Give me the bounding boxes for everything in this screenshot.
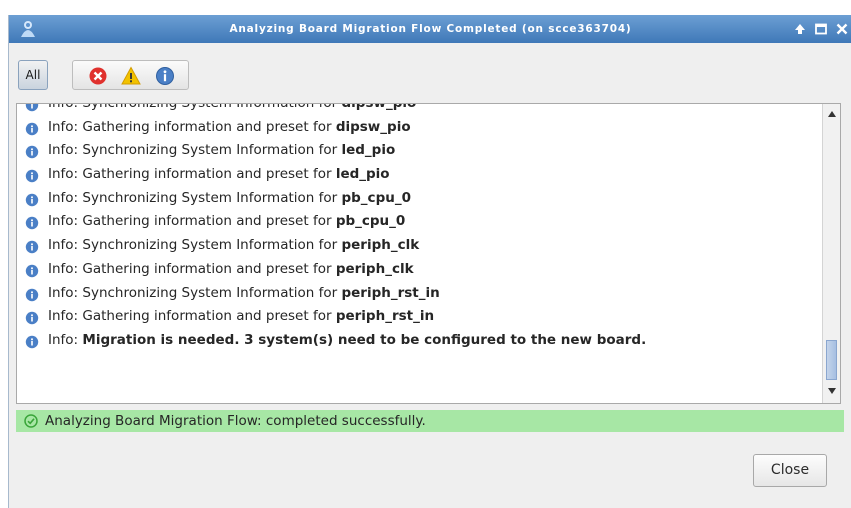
log-subject: periph_clk — [341, 237, 420, 254]
log-line-text: Info: Gathering information and preset f… — [48, 258, 414, 282]
log-line[interactable]: Info: Gathering information and preset f… — [17, 210, 823, 234]
log-line-text: Info: Migration is needed. 3 system(s) n… — [48, 329, 646, 353]
log-message: Synchronizing System Information for — [82, 142, 342, 159]
log-line-text: Info: Synchronizing System Information f… — [48, 103, 417, 116]
status-message: Analyzing Board Migration Flow: complete… — [45, 413, 426, 429]
error-filter-icon[interactable] — [87, 65, 109, 87]
log-line-text: Info: Gathering information and preset f… — [48, 305, 434, 329]
severity-filter-group — [72, 60, 189, 90]
log-prefix: Info: — [48, 284, 83, 301]
log-line[interactable]: Info: Gathering information and preset f… — [17, 116, 823, 140]
message-list: Info: Synchronizing System Information f… — [17, 103, 823, 353]
log-subject: periph_clk — [335, 260, 414, 277]
scroll-up-arrow-icon[interactable] — [827, 110, 837, 118]
log-line[interactable]: Info: Migration is needed. 3 system(s) n… — [17, 329, 823, 353]
log-line[interactable]: Info: Synchronizing System Information f… — [17, 103, 823, 116]
log-prefix: Info: — [48, 189, 83, 206]
log-subject: periph_rst_in — [341, 284, 440, 301]
info-icon — [25, 144, 39, 159]
log-subject: dipsw_pio — [335, 118, 411, 135]
window-title: Analyzing Board Migration Flow Completed… — [229, 23, 632, 35]
log-prefix: Info: — [48, 237, 83, 254]
log-line[interactable]: Info: Synchronizing System Information f… — [17, 187, 823, 211]
log-line-text: Info: Gathering information and preset f… — [48, 163, 390, 187]
log-subject: periph_rst_in — [335, 308, 435, 325]
info-icon — [25, 215, 39, 230]
log-prefix: Info: — [48, 213, 83, 230]
log-line-text: Info: Synchronizing System Information f… — [48, 234, 419, 258]
log-subject: led_pio — [335, 166, 390, 183]
show-all-button[interactable]: All — [18, 60, 48, 90]
log-message: Gathering information and preset for — [82, 213, 336, 230]
log-message: Gathering information and preset for — [82, 118, 336, 135]
log-line-text: Info: Synchronizing System Information f… — [48, 282, 440, 306]
log-line-text: Info: Synchronizing System Information f… — [48, 139, 395, 163]
close-button[interactable]: Close — [753, 454, 827, 487]
message-filter-toolbar: All — [9, 43, 851, 103]
log-message: Synchronizing System Information for — [82, 284, 342, 301]
log-subject: led_pio — [341, 142, 396, 159]
info-filter-icon[interactable] — [154, 65, 176, 87]
warning-filter-icon[interactable] — [120, 65, 142, 87]
log-line[interactable]: Info: Gathering information and preset f… — [17, 258, 823, 282]
log-message: Gathering information and preset for — [82, 308, 336, 325]
log-message: Synchronizing System Information for — [82, 189, 342, 206]
log-prefix: Info: — [48, 166, 83, 183]
log-subject: Migration is needed. 3 system(s) need to… — [82, 331, 647, 348]
log-line[interactable]: Info: Gathering information and preset f… — [17, 305, 823, 329]
log-prefix: Info: — [48, 331, 83, 348]
log-line[interactable]: Info: Synchronizing System Information f… — [17, 139, 823, 163]
log-prefix: Info: — [48, 260, 83, 277]
info-icon — [25, 334, 39, 349]
info-icon — [25, 263, 39, 278]
arrow-up-icon[interactable] — [793, 22, 807, 36]
info-icon — [25, 121, 39, 135]
log-line[interactable]: Info: Synchronizing System Information f… — [17, 282, 823, 306]
log-subject: pb_cpu_0 — [341, 189, 411, 206]
title-bar[interactable]: Analyzing Board Migration Flow Completed… — [9, 15, 851, 43]
log-message: Synchronizing System Information for — [82, 103, 342, 111]
check-circle-icon — [24, 414, 38, 428]
log-message: Gathering information and preset for — [82, 166, 336, 183]
close-icon[interactable] — [835, 22, 849, 36]
info-icon — [25, 192, 39, 206]
log-line-text: Info: Gathering information and preset f… — [48, 210, 405, 234]
info-icon — [25, 310, 39, 325]
log-line[interactable]: Info: Synchronizing System Information f… — [17, 234, 823, 258]
info-icon — [25, 287, 39, 301]
log-subject: dipsw_pio — [341, 103, 417, 111]
log-prefix: Info: — [48, 142, 83, 159]
info-icon — [25, 168, 39, 183]
log-line[interactable]: Info: Gathering information and preset f… — [17, 163, 823, 187]
message-log[interactable]: Info: Synchronizing System Information f… — [16, 103, 841, 404]
status-bar: Analyzing Board Migration Flow: complete… — [16, 410, 844, 432]
log-prefix: Info: — [48, 118, 83, 135]
scrollbar-thumb[interactable] — [826, 340, 837, 380]
log-prefix: Info: — [48, 103, 83, 111]
log-subject: pb_cpu_0 — [335, 213, 406, 230]
log-line-text: Info: Synchronizing System Information f… — [48, 187, 411, 211]
dialog-window: Analyzing Board Migration Flow Completed… — [8, 15, 851, 508]
scroll-down-arrow-icon[interactable] — [827, 387, 837, 395]
log-message: Gathering information and preset for — [82, 260, 336, 277]
log-prefix: Info: — [48, 308, 83, 325]
vertical-scrollbar[interactable] — [822, 104, 840, 403]
log-line-text: Info: Gathering information and preset f… — [48, 116, 411, 140]
info-icon — [25, 239, 39, 254]
maximize-icon[interactable] — [814, 22, 828, 36]
log-message: Synchronizing System Information for — [82, 237, 342, 254]
info-icon — [25, 104, 39, 112]
